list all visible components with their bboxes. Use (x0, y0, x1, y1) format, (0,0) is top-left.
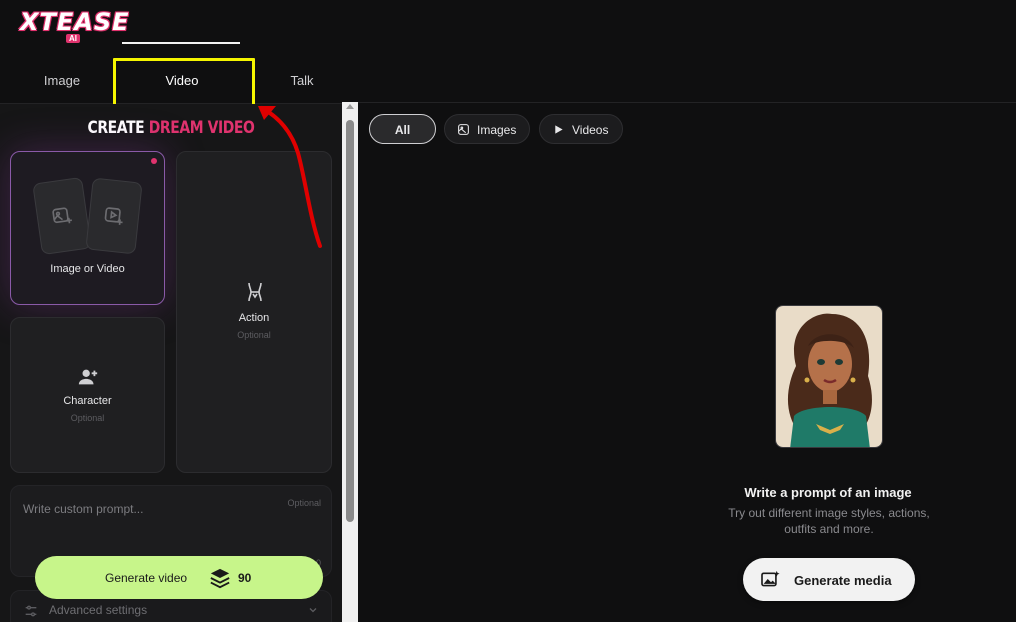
character-card[interactable]: Character Optional (10, 317, 165, 473)
image-sparkle-icon (761, 570, 780, 587)
add-user-icon (78, 369, 98, 385)
header-divider (358, 102, 1016, 103)
portrait-illustration (776, 306, 882, 447)
layers-coin-icon (210, 568, 230, 589)
create-panel: CREATE DREAM VIDEO Image or Video Action… (0, 104, 342, 622)
character-card-label: Character (63, 395, 112, 407)
image-add-icon (52, 207, 72, 224)
sample-portrait-image (775, 305, 883, 448)
tab-image[interactable]: Image (22, 58, 102, 104)
brand-sub: AI (66, 34, 80, 43)
video-add-icon (104, 207, 123, 225)
empty-state-description: Try out different image styles, actions,… (728, 506, 930, 536)
chevron-down-icon (309, 608, 317, 613)
brand-name: XTEASE (20, 8, 130, 36)
action-card-optional: Optional (237, 330, 271, 340)
image-or-video-card[interactable]: Image or Video (10, 151, 165, 305)
panel-title-pink: DREAM VIDEO (148, 118, 255, 138)
prompt-placeholder: Write custom prompt... (23, 502, 144, 516)
sliders-icon (25, 605, 37, 617)
generate-video-cost: 90 (238, 571, 252, 585)
generate-video-button[interactable]: Generate video 90 (35, 556, 323, 599)
body-icon (248, 282, 262, 302)
panel-scrollbar[interactable] (342, 102, 358, 622)
video-upload-thumb (85, 177, 143, 255)
generate-media-button[interactable]: Generate media (743, 558, 915, 601)
filter-images[interactable]: Images (444, 114, 530, 144)
image-icon (458, 124, 469, 135)
panel-title-white: CREATE (87, 118, 149, 138)
tab-video[interactable]: Video (118, 58, 246, 104)
panel-title: CREATE DREAM VIDEO (31, 118, 311, 138)
brand-logo[interactable]: XTEASE AI (18, 8, 138, 44)
action-card-label: Action (238, 312, 270, 324)
character-card-optional: Optional (70, 413, 105, 423)
empty-state-title: Write a prompt of an image (744, 485, 912, 500)
filter-all-label: All (394, 123, 411, 137)
active-tab-underline (122, 42, 240, 44)
scroll-thumb[interactable] (346, 120, 354, 522)
play-icon (555, 125, 563, 134)
action-card[interactable]: Action Optional (176, 151, 332, 473)
filter-videos-label: Videos (572, 123, 609, 137)
mode-tabs: Image Video Talk (0, 58, 358, 104)
prompt-optional-label: Optional (287, 498, 321, 508)
advanced-settings-label: Advanced settings (49, 603, 148, 617)
filter-images-label: Images (477, 123, 517, 137)
required-dot (151, 158, 157, 164)
scroll-up-arrow[interactable] (346, 104, 354, 109)
image-upload-thumb (32, 176, 92, 256)
generate-media-label: Generate media (794, 573, 892, 588)
generate-video-label: Generate video (105, 571, 188, 585)
filter-all[interactable]: All (369, 114, 436, 144)
tab-talk[interactable]: Talk (262, 58, 342, 104)
filter-videos[interactable]: Videos (539, 114, 623, 144)
media-card-label: Image or Video (50, 263, 125, 275)
